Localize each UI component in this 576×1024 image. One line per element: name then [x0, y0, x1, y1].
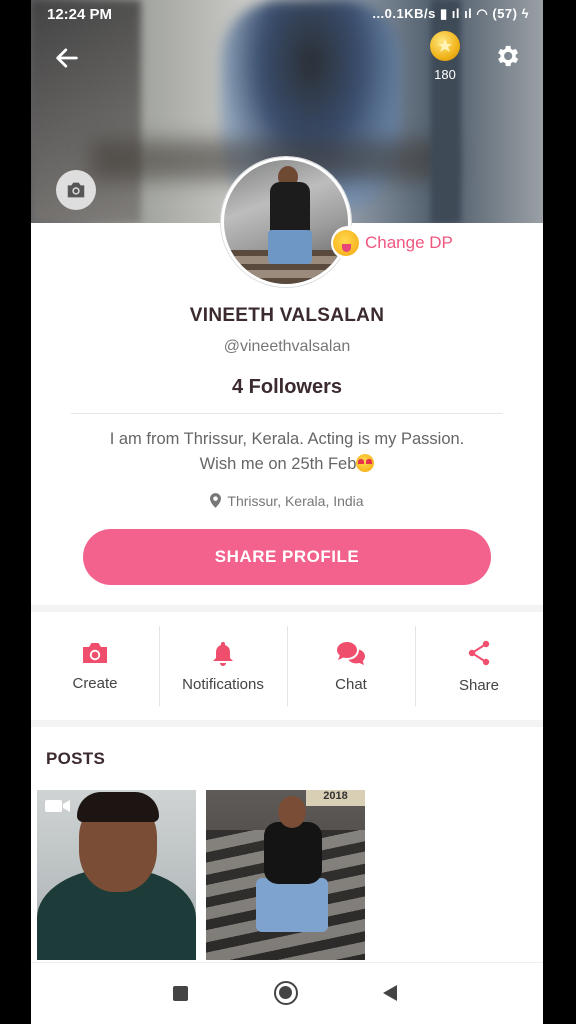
phone-screen: 12:24 PM ...0.1KB/s ▮ ıl ıl ◠ (57) ϟ 180… [31, 0, 543, 1024]
avatar[interactable] [221, 157, 351, 287]
gear-icon[interactable] [493, 42, 521, 70]
share-icon [468, 640, 490, 665]
action-label: Share [458, 676, 500, 694]
post-thumbnail-photo[interactable]: 2018 [206, 790, 365, 960]
post-thumbnail-video[interactable] [37, 790, 196, 960]
coin-icon[interactable] [430, 31, 460, 61]
change-dp-button[interactable]: Change DP [331, 226, 463, 260]
action-label: Chat [335, 675, 367, 693]
recent-apps-icon[interactable] [173, 986, 188, 1001]
bio-line: I am from Thrissur, Kerala. Acting is my… [109, 430, 465, 448]
posts-title: POSTS [46, 749, 106, 768]
profile-handle: @vineethvalsalan [223, 338, 351, 355]
action-chat[interactable]: Chat [287, 612, 415, 720]
system-nav-bar [31, 962, 543, 1024]
action-share[interactable]: Share [415, 612, 543, 720]
location-pin-icon [210, 493, 222, 508]
status-time: 12:24 PM [47, 6, 113, 23]
change-dp-label: Change DP [365, 233, 453, 252]
coin-count: 180 [434, 67, 456, 82]
heart-eyes-emoji-icon [356, 454, 375, 472]
share-profile-button[interactable]: SHARE PROFILE [83, 529, 491, 585]
followers-count[interactable]: 4 Followers [31, 376, 543, 399]
divider [71, 413, 503, 414]
back-triangle-icon[interactable] [383, 985, 397, 1001]
action-create[interactable]: Create [31, 612, 159, 720]
action-label: Create [72, 674, 118, 692]
status-network: ...0.1KB/s ▮ ıl ıl ◠ (57) ϟ [372, 6, 529, 21]
bell-icon [213, 641, 233, 666]
home-icon[interactable] [274, 981, 298, 1005]
bio-line-2: Wish me on 25th Feb [71, 452, 503, 477]
video-camera-icon [45, 800, 70, 812]
profile-name: VINEETH VALSALAN [189, 305, 385, 326]
camera-icon [67, 182, 85, 198]
camera-icon [83, 642, 107, 663]
action-bar: Create Notifications Chat Share [31, 612, 543, 720]
profile-bio: I am from Thrissur, Kerala. Acting is my… [71, 427, 503, 477]
change-cover-button[interactable] [56, 170, 96, 210]
back-arrow-icon[interactable] [53, 44, 81, 72]
tongue-emoji-icon [333, 230, 359, 256]
profile-location: Thrissur, Kerala, India [31, 493, 543, 509]
posts-section: POSTS 2018 [31, 727, 543, 967]
status-bar: 12:24 PM ...0.1KB/s ▮ ıl ıl ◠ (57) ϟ [31, 0, 543, 30]
action-label: Notifications [182, 675, 264, 693]
action-notifications[interactable]: Notifications [159, 612, 287, 720]
chat-icon [337, 641, 365, 665]
post-sign-text: 2018 [306, 790, 365, 806]
